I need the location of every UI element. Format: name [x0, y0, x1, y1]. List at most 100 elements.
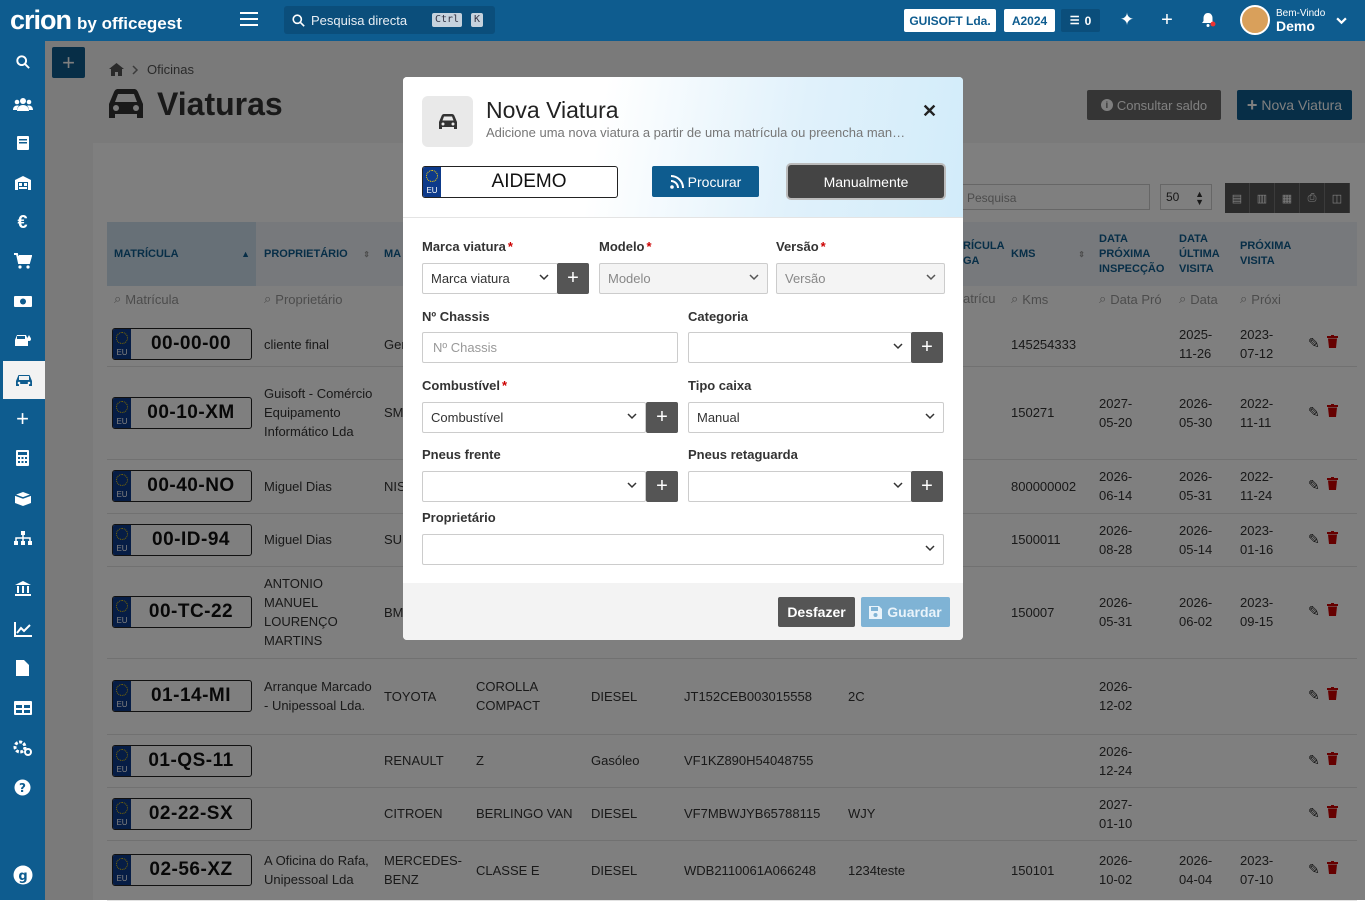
sidebar-file-icon[interactable] — [0, 649, 45, 687]
sidebar-car-icon[interactable] — [0, 361, 45, 399]
add-combustivel-button[interactable]: + — [646, 402, 678, 433]
sidebar-help-icon[interactable]: ? — [0, 768, 45, 806]
chassis-input[interactable]: Nº Chassis — [422, 332, 678, 363]
close-icon[interactable]: ✕ — [922, 101, 937, 122]
marca-select-value: Marca viatura — [431, 271, 510, 286]
nova-viatura-modal: Nova Viatura Adicione uma nova viatura a… — [403, 77, 963, 640]
marca-select[interactable]: Marca viatura — [422, 263, 558, 294]
caixa-label: Tipo caixa — [688, 378, 752, 393]
chevron-down-icon — [627, 482, 637, 489]
user-name: Demo — [1276, 18, 1315, 34]
chevron-down-icon — [925, 413, 935, 420]
global-search-placeholder: Pesquisa directa — [311, 12, 408, 28]
procurar-label: Procurar — [687, 173, 742, 190]
svg-text:g: g — [18, 869, 27, 884]
procurar-button[interactable]: Procurar — [652, 166, 759, 197]
bell-icon[interactable] — [1197, 9, 1219, 31]
versao-label: Versão * — [776, 239, 826, 254]
chevron-down-icon — [749, 274, 759, 281]
desfazer-button[interactable]: Desfazer — [778, 597, 855, 627]
marca-label-text: Marca viatura — [422, 239, 506, 254]
sidebar-plus-icon[interactable]: + — [0, 400, 45, 438]
sparkles-icon[interactable]: ✦ — [1116, 9, 1138, 31]
add-icon[interactable]: + — [1156, 9, 1178, 31]
manualmente-button[interactable]: Manualmente — [788, 165, 944, 198]
sidebar-guisoft-icon[interactable]: g — [0, 856, 45, 894]
sidebar-car-wash-icon[interactable] — [0, 321, 45, 359]
caixa-select-value: Manual — [697, 410, 740, 425]
sidebar-search-icon[interactable] — [0, 43, 45, 81]
kbd-k: K — [471, 13, 484, 27]
tasks-badge[interactable]: ☰ 0 — [1061, 9, 1100, 32]
tasks-icon: ☰ — [1069, 15, 1080, 27]
versao-select[interactable]: Versão — [776, 263, 945, 294]
sidebar-bank-icon[interactable] — [0, 569, 45, 607]
plate-input[interactable]: EU AIDEMO — [422, 166, 618, 198]
add-pneus-frente-button[interactable]: + — [646, 471, 678, 502]
categoria-select[interactable] — [688, 332, 912, 363]
user-menu[interactable]: Bem-Vindo Demo — [1276, 8, 1325, 34]
modelo-select[interactable]: Modelo — [599, 263, 768, 294]
avatar[interactable] — [1240, 5, 1270, 35]
brand-name: crion — [10, 5, 72, 35]
proprietario-select[interactable] — [422, 534, 944, 565]
eu-flag-icon: EU — [423, 167, 441, 197]
sidebar-box-icon[interactable] — [0, 479, 45, 517]
combustivel-select-value: Combustível — [431, 410, 504, 425]
sidebar-chart-icon[interactable] — [0, 610, 45, 648]
combustivel-label-text: Combustível — [422, 378, 501, 393]
brand-sub: by officegest — [77, 14, 182, 33]
sidebar-cart-icon[interactable] — [0, 242, 45, 280]
modal-title: Nova Viatura — [486, 97, 619, 123]
save-icon — [869, 605, 883, 619]
add-categoria-button[interactable]: + — [911, 332, 943, 363]
pneus-ret-select[interactable] — [688, 471, 912, 502]
sidebar-sitemap-icon[interactable] — [0, 519, 45, 557]
chevron-down-icon — [926, 274, 936, 281]
guardar-label: Guardar — [887, 604, 942, 620]
pneus-frente-label: Pneus frente — [422, 447, 501, 462]
menu-toggle-icon[interactable] — [240, 12, 258, 28]
combustivel-select[interactable]: Combustível — [422, 402, 646, 433]
marca-label: Marca viatura * — [422, 239, 513, 254]
plate-input-value: AIDEMO — [491, 171, 567, 192]
chevron-down-icon — [925, 545, 935, 552]
year-badge[interactable]: A2024 — [1004, 9, 1055, 32]
sidebar-euro-icon[interactable]: € — [0, 203, 45, 241]
sidebar-book-icon[interactable] — [0, 124, 45, 162]
chevron-down-icon — [627, 413, 637, 420]
kbd-ctrl: Ctrl — [432, 13, 463, 27]
modal-car-icon — [422, 96, 473, 147]
modal-subtitle: Adicione uma nova viatura a partir de um… — [486, 125, 906, 140]
chevron-down-icon — [539, 274, 549, 281]
chevron-down-icon[interactable] — [1330, 9, 1352, 31]
tasks-count: 0 — [1084, 13, 1092, 28]
company-badge[interactable]: GUISOFT Lda. — [904, 9, 996, 32]
proprietario-label: Proprietário — [422, 510, 496, 525]
sidebar-cash-icon[interactable] — [0, 282, 45, 320]
chassis-label: Nº Chassis — [422, 309, 490, 324]
sidebar: € + ? g — [0, 41, 45, 900]
global-search[interactable]: Pesquisa directa Ctrl K — [284, 6, 495, 34]
sidebar-table-icon[interactable] — [0, 689, 45, 727]
sidebar-calculator-icon[interactable] — [0, 439, 45, 477]
categoria-label: Categoria — [688, 309, 748, 324]
combustivel-label: Combustível * — [422, 378, 508, 393]
versao-label-text: Versão — [776, 239, 819, 254]
add-marca-button[interactable]: + — [557, 263, 589, 294]
add-pneus-ret-button[interactable]: + — [911, 471, 943, 502]
search-icon — [292, 13, 305, 27]
versao-select-value: Versão — [785, 271, 826, 286]
modelo-label-text: Modelo — [599, 239, 645, 254]
pneus-frente-select[interactable] — [422, 471, 646, 502]
sidebar-users-icon[interactable] — [0, 85, 45, 123]
chevron-down-icon — [893, 343, 903, 350]
sidebar-cogs-icon[interactable] — [0, 729, 45, 767]
modal-header: Nova Viatura Adicione uma nova viatura a… — [403, 77, 963, 218]
logo[interactable]: crion by officegest — [10, 5, 182, 36]
chevron-down-icon — [893, 482, 903, 489]
caixa-select[interactable]: Manual — [688, 402, 944, 433]
sidebar-warehouse-icon[interactable] — [0, 163, 45, 201]
guardar-button[interactable]: Guardar — [861, 597, 950, 627]
modelo-select-value: Modelo — [608, 271, 651, 286]
